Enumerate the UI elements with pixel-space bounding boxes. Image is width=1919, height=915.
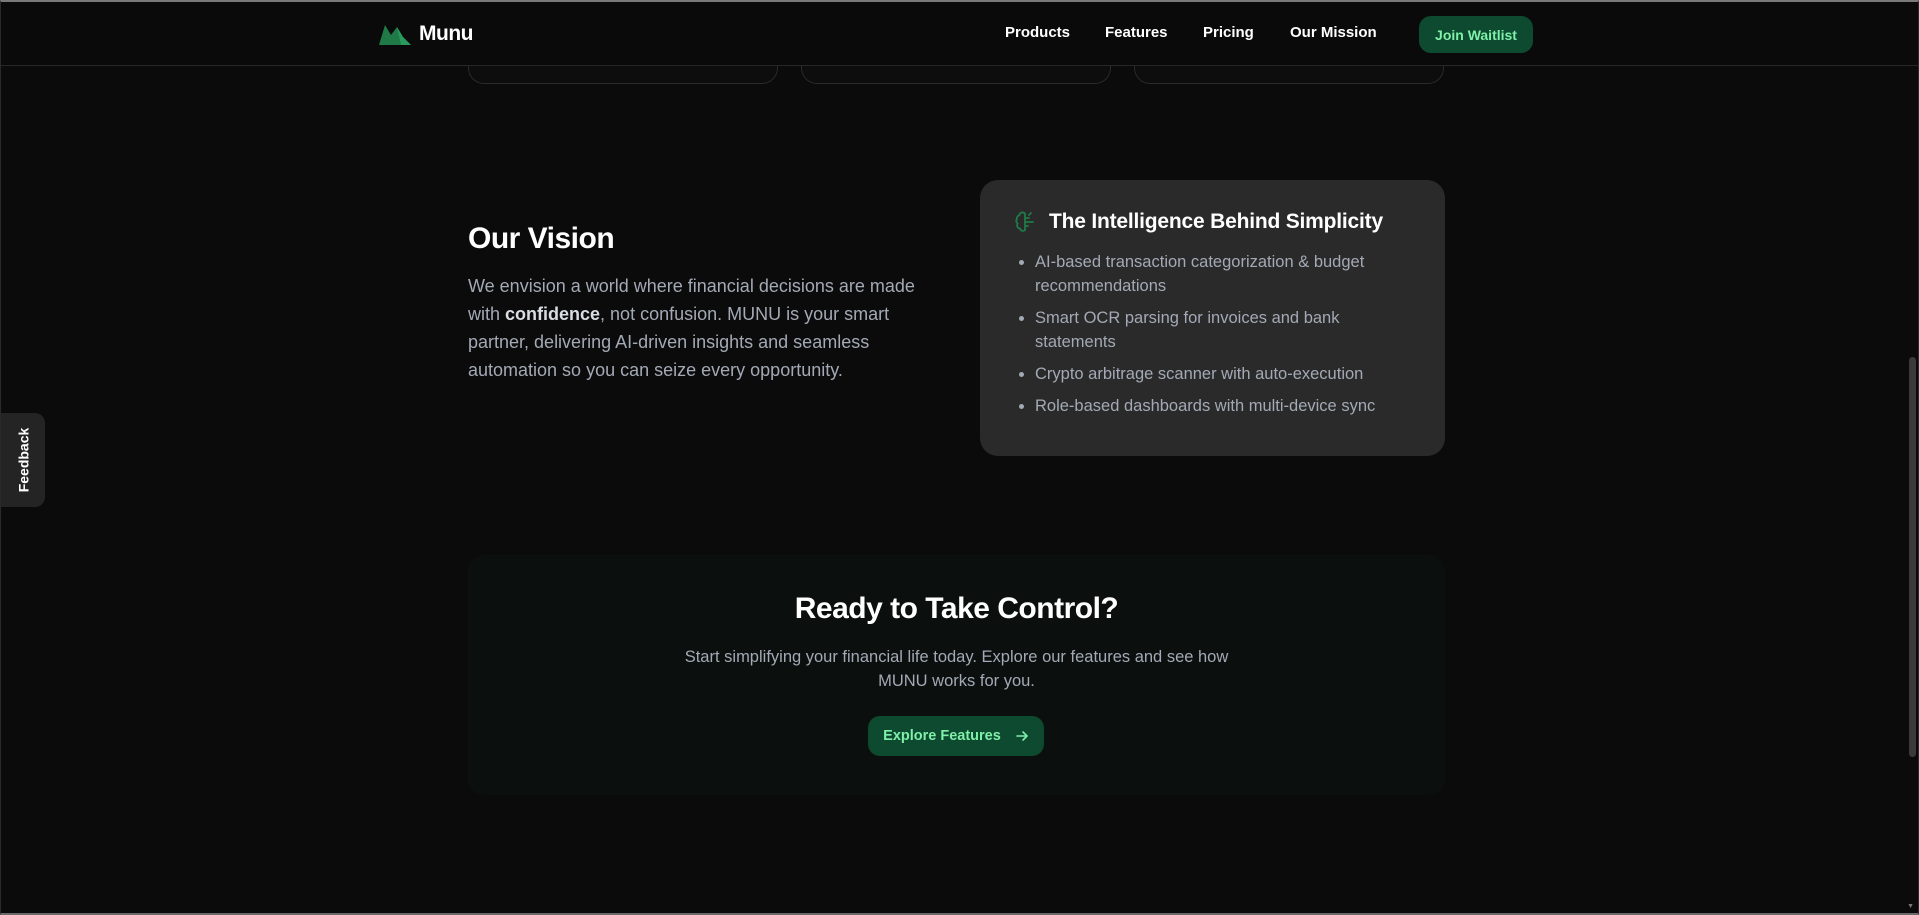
page: Munu Products Features Pricing Our Missi… xyxy=(0,0,1919,915)
intelligence-card-header: The Intelligence Behind Simplicity xyxy=(1013,210,1412,234)
vision-text: We envision a world where financial deci… xyxy=(468,272,938,384)
list-item: Crypto arbitrage scanner with auto-execu… xyxy=(1035,362,1412,386)
list-item: Role-based dashboards with multi-device … xyxy=(1035,394,1412,418)
nav-our-mission[interactable]: Our Mission xyxy=(1290,24,1377,41)
intelligence-card: The Intelligence Behind Simplicity AI-ba… xyxy=(980,180,1445,456)
nav-products[interactable]: Products xyxy=(1005,24,1070,41)
list-item: Smart OCR parsing for invoices and bank … xyxy=(1035,306,1412,354)
feedback-label: Feedback xyxy=(15,427,31,493)
vision-title: Our Vision xyxy=(468,222,615,255)
feedback-tab[interactable]: Feedback xyxy=(1,413,45,507)
arrow-right-icon xyxy=(1016,731,1028,741)
nav-pricing[interactable]: Pricing xyxy=(1203,24,1254,41)
explore-features-button[interactable]: Explore Features xyxy=(868,716,1044,756)
nav-features[interactable]: Features xyxy=(1105,24,1168,41)
list-item: AI-based transaction categorization & bu… xyxy=(1035,250,1412,298)
cta-section: Ready to Take Control? Start simplifying… xyxy=(468,555,1445,795)
explore-features-label: Explore Features xyxy=(883,728,1001,744)
scrollbar-thumb[interactable] xyxy=(1909,357,1916,757)
scroll-down-arrow-icon[interactable]: ▼ xyxy=(1907,903,1914,910)
join-waitlist-button[interactable]: Join Waitlist xyxy=(1419,16,1533,53)
top-navbar: Munu Products Features Pricing Our Missi… xyxy=(1,2,1918,66)
brain-icon xyxy=(1015,211,1034,232)
vision-text-emphasis: confidence xyxy=(505,304,601,324)
cta-text: Start simplifying your financial life to… xyxy=(684,648,1229,690)
page-scrollbar[interactable] xyxy=(1906,2,1918,913)
cta-title: Ready to Take Control? xyxy=(794,592,1119,625)
main-nav: Products Features Pricing Our Mission xyxy=(1,24,1918,46)
intelligence-card-title: The Intelligence Behind Simplicity xyxy=(1049,210,1383,233)
intelligence-feature-list: AI-based transaction categorization & bu… xyxy=(1013,250,1412,418)
